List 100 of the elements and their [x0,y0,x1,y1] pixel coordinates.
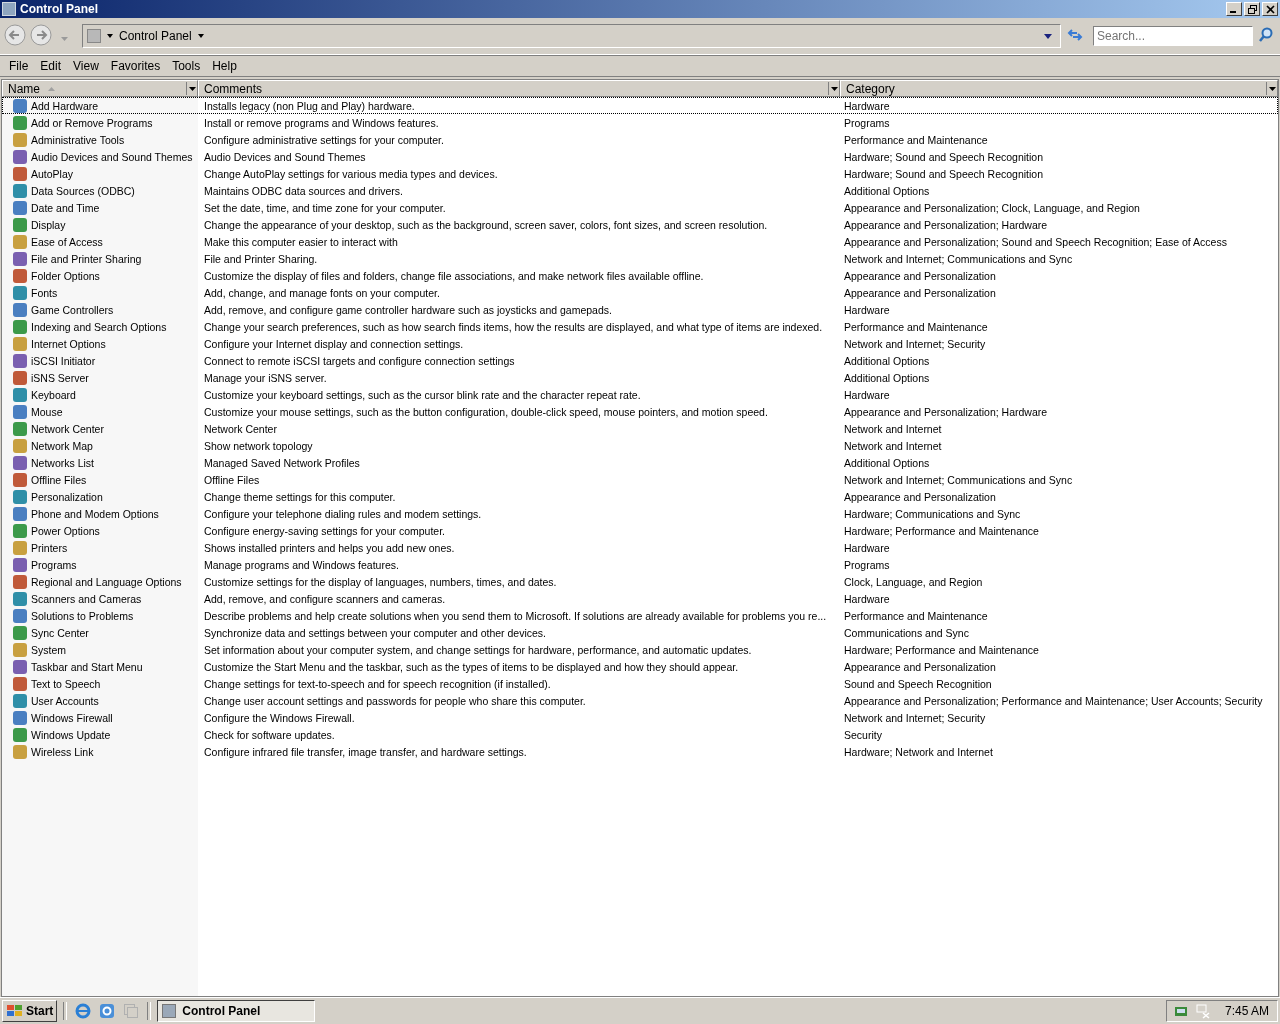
search-field[interactable]: Search... [1093,26,1253,46]
item-name: iSNS Server [31,371,89,384]
item-name: Network Center [31,422,104,435]
list-row[interactable]: Taskbar and Start Menu Customize the Start Menu and the taskbar, such as the types of items to be displayed and how they should appear. Appearance and Personalization [2,658,1278,675]
menu-item[interactable]: File [3,59,35,73]
list-row[interactable]: Ease of Access Make this computer easier to interact with Appearance and Personalization; Sound and Speech Recognition; Ease of Access [2,233,1278,250]
menu-item[interactable]: Help [206,59,243,73]
list-row[interactable]: iSNS Server Manage your iSNS server. Additional Options [2,369,1278,386]
list-row[interactable]: Scanners and Cameras Add, remove, and configure scanners and cameras. Hardware [2,590,1278,607]
windows-logo-icon [6,1004,24,1018]
item-category: Appearance and Personalization [844,660,996,673]
list-row[interactable]: Solutions to Problems Describe problems and help create solutions when you send them to Microsoft. If solutions are already available for problems you re... Performance and Maintenance [2,607,1278,624]
address-field[interactable]: Control Panel [82,24,1061,48]
item-name: Mouse [31,405,63,418]
list-row[interactable]: iSCSI Initiator Connect to remote iSCSI targets and configure connection settings Additional Options [2,352,1278,369]
item-category: Appearance and Personalization; Sound and Speech Recognition; Ease of Access [844,235,1227,248]
restore-button[interactable] [1244,2,1260,16]
list-row[interactable]: Programs Manage programs and Windows features. Programs [2,556,1278,573]
list-row[interactable]: User Accounts Change user account settings and passwords for people who share this computer. Appearance and Personalization; Performance and Maintenance; User Accounts; Security [2,692,1278,709]
close-button[interactable] [1262,2,1278,16]
column-header[interactable]: Category [840,80,1278,97]
caret-icon [197,34,204,38]
item-category: Security [844,728,882,741]
list-row[interactable]: Printers Shows installed printers and helps you add new ones. Hardware [2,539,1278,556]
item-comment: Installs legacy (non Plug and Play) hardware. [204,99,415,112]
list-row[interactable]: System Set information about your computer system, and change settings for hardware, performance, and automatic updates. Hardware; Performance and Maintenance [2,641,1278,658]
item-comment: Change AutoPlay settings for various media types and devices. [204,167,498,180]
list-row[interactable]: Power Options Configure energy-saving settings for your computer. Hardware; Performance and Maintenance [2,522,1278,539]
item-category: Additional Options [844,354,930,367]
item-name: Programs [31,558,77,571]
list-row[interactable]: Add or Remove Programs Install or remove programs and Windows features. Programs [2,114,1278,131]
item-name: Wireless Link [31,745,94,758]
item-category: Hardware [844,541,890,554]
item-comment: Configure the Windows Firewall. [204,711,355,724]
window-title: Control Panel [20,2,99,16]
list-row[interactable]: Add Hardware Installs legacy (non Plug and Play) hardware. Hardware [2,97,1278,114]
column-header[interactable]: Comments [198,80,840,97]
restore-icon [1247,4,1257,14]
list-row[interactable]: Networks List Managed Saved Network Profiles Additional Options [2,454,1278,471]
item-category: Sound and Speech Recognition [844,677,992,690]
item-name: System [31,643,66,656]
list-row[interactable]: Data Sources (ODBC) Maintains ODBC data sources and drivers. Additional Options [2,182,1278,199]
list-row[interactable]: Indexing and Search Options Change your search preferences, such as how search finds items, how the results are displayed, and what type of items are indexed. Performance and Maintenance [2,318,1278,335]
item-name: Scanners and Cameras [31,592,142,605]
item-category: Appearance and Personalization; Clock, Language, and Region [844,201,1140,214]
column-header[interactable]: Name [2,80,198,97]
filter-dropdown-button[interactable] [828,82,839,95]
item-name: Audio Devices and Sound Themes [31,150,193,163]
item-comment: Change theme settings for this computer. [204,490,396,503]
list-row[interactable]: Personalization Change theme settings for this computer. Appearance and Personalization [2,488,1278,505]
menu-item[interactable]: Favorites [104,59,167,73]
item-category: Performance and Maintenance [844,609,988,622]
item-name: Date and Time [31,201,100,214]
item-category: Appearance and Personalization [844,286,996,299]
forward-button[interactable] [29,24,53,48]
list-row[interactable]: AutoPlay Change AutoPlay settings for various media types and devices. Hardware; Sound and Speech Recognition [2,165,1278,182]
list-row[interactable]: Game Controllers Add, remove, and configure game controller hardware such as joysticks and gamepads. Hardware [2,301,1278,318]
list-row[interactable]: Phone and Modem Options Configure your telephone dialing rules and modem settings. Hardware; Communications and Sync [2,505,1278,522]
item-comment: Change your search preferences, such as how search finds items, how the results are displayed, and what type of items are indexed. [204,320,823,333]
item-comment: Network Center [204,422,277,435]
item-comment: Customize the Start Menu and the taskbar, such as the types of items to be displayed and how they should appear. [204,660,739,673]
menu-item[interactable]: Edit [34,59,68,73]
item-comment: Customize the display of files and folders, change file associations, and make network files available offline. [204,269,704,282]
list-row[interactable]: Display Change the appearance of your desktop, such as the background, screen saver, colors, font sizes, and screen resolution. Appearance and Personalization; Hardware [2,216,1278,233]
menu-item[interactable]: Tools [166,59,207,73]
list-row[interactable]: Text to Speech Change settings for text-to-speech and for speech recognition (if installed). Sound and Speech Recognition [2,675,1278,692]
list-row[interactable]: Offline Files Offline Files Network and Internet; Communications and Sync [2,471,1278,488]
item-name: Regional and Language Options [31,575,182,588]
minimize-button[interactable] [1226,2,1242,16]
filter-dropdown-button[interactable] [186,82,197,95]
list-row[interactable]: File and Printer Sharing File and Printer Sharing. Network and Internet; Communications and Sync [2,250,1278,267]
menu-item[interactable]: View [67,59,105,73]
item-comment: Managed Saved Network Profiles [204,456,360,469]
list-row[interactable]: Mouse Customize your mouse settings, such as the button configuration, double-click speed, mouse pointers, and motion speed. Appearance and Personalization; Hardware [2,403,1278,420]
list-row[interactable]: Keyboard Customize your keyboard settings, such as the cursor blink rate and the character repeat rate. Hardware [2,386,1278,403]
item-comment: Add, remove, and configure scanners and cameras. [204,592,446,605]
item-name: Printers [31,541,68,554]
item-category: Programs [844,116,890,129]
item-name: Network Map [31,439,93,452]
filter-dropdown-button[interactable] [1266,82,1277,95]
caret-icon [1268,86,1276,91]
list-row[interactable]: Wireless Link Configure infrared file transfer, image transfer, and hardware settings. Hardware; Network and Internet [2,743,1278,760]
list-row[interactable]: Network Center Network Center Network and Internet [2,420,1278,437]
start-button[interactable]: Start [2,1000,58,1022]
back-button[interactable] [3,24,27,48]
list-row[interactable]: Fonts Add, change, and manage fonts on your computer. Appearance and Personalization [2,284,1278,301]
item-comment: Describe problems and help create solutions when you send them to Microsoft. If solutions are already available for problems you re... [204,609,827,622]
list-row[interactable]: Audio Devices and Sound Themes Audio Devices and Sound Themes Hardware; Sound and Speech Recognition [2,148,1278,165]
list-row[interactable]: Folder Options Customize the display of files and folders, change file associations, and make network files available offline. Appearance and Personalization [2,267,1278,284]
caret-icon [107,34,113,38]
list-row[interactable]: Administrative Tools Configure administrative settings for your computer. Performance and Maintenance [2,131,1278,148]
list-row[interactable]: Date and Time Set the date, time, and time zone for your computer. Appearance and Personalization; Clock, Language, and Region [2,199,1278,216]
item-name: Phone and Modem Options [31,507,159,520]
taskbar-button[interactable]: Control Panel [157,1000,316,1022]
list-row[interactable]: Windows Firewall Configure the Windows Firewall. Network and Internet; Security [2,709,1278,726]
list-row[interactable]: Regional and Language Options Customize settings for the display of languages, numbers, times, and dates. Clock, Language, and Region [2,573,1278,590]
list-row[interactable]: Network Map Show network topology Network and Internet [2,437,1278,454]
list-row[interactable]: Internet Options Configure your Internet display and connection settings. Network and Internet; Security [2,335,1278,352]
list-row[interactable]: Sync Center Synchronize data and settings between your computer and other devices. Communications and Sync [2,624,1278,641]
list-row[interactable]: Windows Update Check for software updates. Security [2,726,1278,743]
